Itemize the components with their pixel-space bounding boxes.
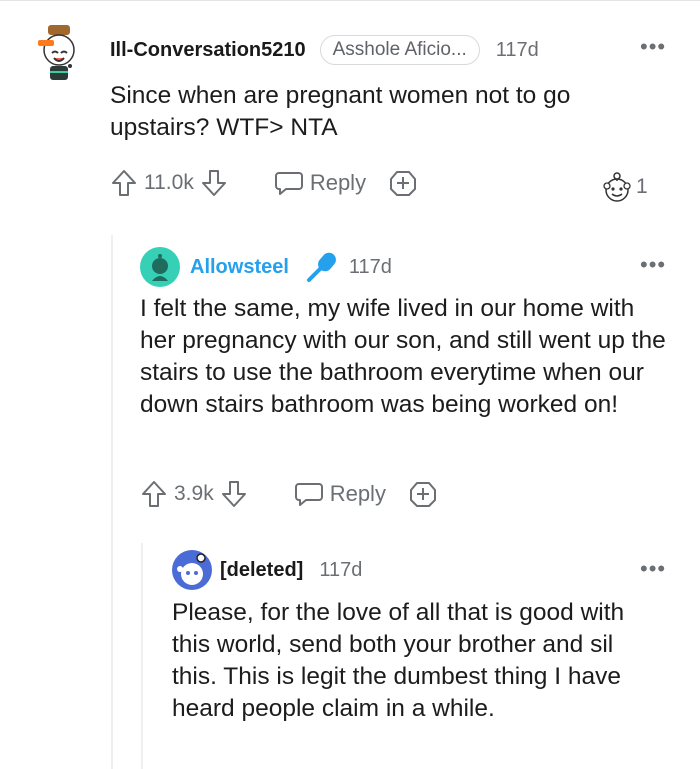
comment-body: I felt the same, my wife lived in our ho… (140, 295, 666, 418)
reply-button[interactable]: Reply (294, 480, 386, 508)
user-avatar[interactable] (28, 22, 92, 86)
user-flair: Asshole Aficio... (319, 35, 480, 65)
award-count: 1 (636, 175, 648, 198)
add-award-icon (408, 479, 438, 509)
vote-group: 3.9k (140, 479, 248, 509)
comment-timestamp: 117d (319, 558, 363, 581)
award-button[interactable] (388, 168, 418, 198)
user-avatar[interactable] (140, 247, 180, 287)
comment-body: Please, for the love of all that is good… (172, 599, 625, 722)
vote-group: 11.0k (110, 168, 228, 198)
add-award-icon (388, 168, 418, 198)
more-options-icon[interactable]: ••• (640, 34, 666, 60)
award-icon (600, 170, 634, 204)
comment-username: [deleted] (220, 558, 304, 581)
comment-body: Since when are pregnant women not to go … (110, 82, 571, 141)
op-microphone-icon (303, 250, 339, 284)
reply-label: Reply (329, 481, 386, 506)
reply-icon (274, 169, 304, 197)
more-options-icon[interactable]: ••• (640, 252, 666, 278)
award-button[interactable] (408, 479, 438, 509)
comment-actions: 11.0k Reply (110, 168, 440, 198)
reply-button[interactable]: Reply (274, 169, 366, 197)
reply-icon (294, 480, 324, 508)
comment-username[interactable]: Allowsteel (190, 256, 289, 279)
comment-username[interactable]: Ill-Conversation5210 (110, 39, 306, 62)
deleted-user-avatar (172, 550, 212, 590)
downvote-icon[interactable] (200, 168, 228, 198)
awards-display[interactable]: 1 (600, 170, 654, 204)
more-options-icon[interactable]: ••• (640, 556, 666, 582)
upvote-icon[interactable] (110, 168, 138, 198)
reply-label: Reply (309, 170, 367, 195)
comment-1: Ill-Conversation5210 Asshole Aficio... 1… (0, 0, 700, 230)
downvote-icon[interactable] (220, 479, 248, 509)
comment-actions: 3.9k Reply (140, 479, 460, 509)
comment-2: Allowsteel 117d ••• I felt the same, my … (0, 230, 700, 540)
comment-3: [deleted] 117d ••• Please, for the love … (0, 540, 700, 769)
comment-timestamp: 117d (495, 38, 539, 61)
comment-timestamp: 117d (348, 255, 392, 278)
vote-count: 11.0k (144, 171, 194, 194)
upvote-icon[interactable] (140, 479, 168, 509)
vote-count: 3.9k (174, 482, 214, 505)
